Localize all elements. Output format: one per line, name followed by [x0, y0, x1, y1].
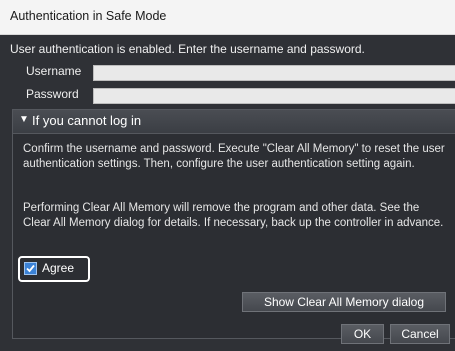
dialog-title: Authentication in Safe Mode: [10, 9, 167, 23]
ok-button[interactable]: OK: [341, 324, 384, 344]
agree-checkbox-row[interactable]: Agree: [18, 256, 90, 282]
collapse-triangle-icon: ▼: [19, 114, 29, 125]
password-field[interactable]: [93, 88, 455, 104]
section-header[interactable]: ▼ If you cannot log in: [13, 110, 455, 134]
intro-text: User authentication is enabled. Enter th…: [10, 42, 365, 56]
instructions-paragraph: Confirm the username and password. Execu…: [23, 143, 445, 170]
dialog-body: User authentication is enabled. Enter th…: [0, 35, 455, 351]
warning-paragraph: Performing Clear All Memory will remove …: [23, 202, 444, 229]
agree-label: Agree: [42, 261, 75, 275]
show-clear-all-memory-button[interactable]: Show Clear All Memory dialog: [242, 292, 446, 312]
username-field[interactable]: [93, 65, 455, 81]
cannot-login-section: ▼ If you cannot log in Confirm the usern…: [12, 109, 455, 339]
cancel-button[interactable]: Cancel: [390, 324, 450, 344]
password-label: Password: [26, 87, 79, 101]
agree-checkbox[interactable]: [24, 262, 37, 275]
title-bar[interactable]: Authentication in Safe Mode: [0, 0, 455, 35]
section-header-label: If you cannot log in: [32, 113, 142, 128]
username-label: Username: [26, 64, 82, 78]
dialog-window: Authentication in Safe Mode User authent…: [0, 0, 455, 351]
checkmark-icon: [26, 264, 35, 273]
